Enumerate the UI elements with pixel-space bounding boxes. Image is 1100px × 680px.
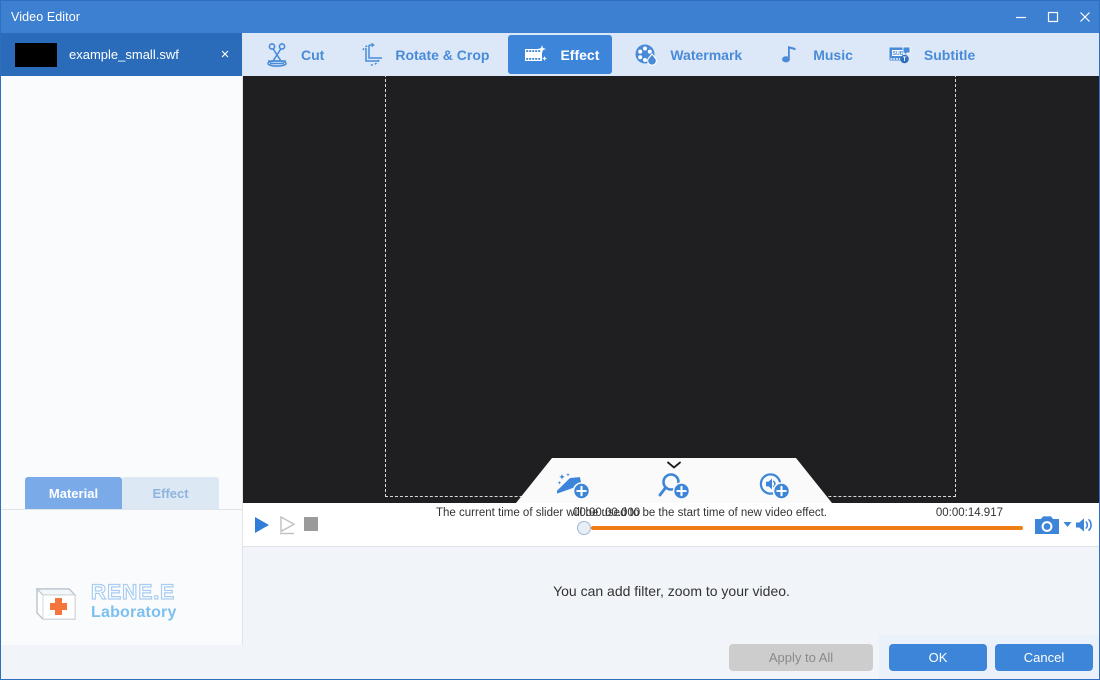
effect-popup-actions — [516, 471, 832, 501]
tab-music[interactable]: Music — [761, 35, 866, 74]
tab-rotate-crop[interactable]: Rotate & Crop — [343, 35, 502, 74]
music-note-icon — [774, 40, 804, 70]
file-thumbnail — [15, 42, 57, 67]
tab-cut-label: Cut — [301, 46, 325, 63]
magnifier-plus-icon — [658, 473, 691, 500]
tab-music-label: Music — [813, 46, 853, 63]
add-zoom-button[interactable] — [654, 471, 694, 501]
magic-wand-plus-icon — [557, 473, 591, 500]
stop-button[interactable] — [304, 517, 318, 531]
timeline-handle[interactable] — [577, 521, 591, 535]
chevron-down-icon[interactable] — [666, 460, 682, 470]
rene-key-logo-icon — [29, 577, 81, 627]
maximize-icon — [1047, 11, 1059, 23]
close-button[interactable] — [1069, 1, 1099, 33]
window-title: Video Editor — [11, 10, 81, 24]
caret-down-icon[interactable] — [1063, 521, 1072, 528]
rotate-crop-icon — [356, 40, 386, 70]
description-text: You can add filter, zoom to your video. — [243, 547, 1099, 635]
timeline-track[interactable] — [591, 526, 1023, 530]
sidebar-tabs: Material Effect — [1, 477, 242, 509]
snapshot-button[interactable] — [1034, 514, 1060, 536]
sidebar-file-item[interactable]: example_small.swf × — [1, 33, 242, 76]
maximize-button[interactable] — [1037, 1, 1069, 33]
selection-rectangle[interactable] — [385, 76, 956, 497]
sidebar: example_small.swf × Material Effect RENE… — [1, 33, 243, 645]
window-controls — [1005, 1, 1099, 33]
scissors-icon — [262, 40, 292, 70]
watermark-droplet-icon — [631, 40, 661, 70]
cancel-button[interactable]: Cancel — [995, 644, 1093, 671]
volume-button[interactable] — [1074, 515, 1094, 535]
add-filter-button[interactable] — [554, 471, 594, 501]
speaker-plus-icon — [759, 473, 791, 500]
file-close-icon[interactable]: × — [216, 47, 234, 62]
apply-to-all-button[interactable]: Apply to All — [729, 644, 873, 671]
video-editor-window: Video Editor example_small.swf × Materia… — [0, 0, 1100, 680]
ok-button[interactable]: OK — [889, 644, 987, 671]
minimize-button[interactable] — [1005, 1, 1037, 33]
brand-logo: RENE.E Laboratory — [29, 577, 177, 627]
tab-cut[interactable]: Cut — [249, 35, 337, 74]
tab-subtitle[interactable]: SUB T Subtitle — [872, 35, 988, 74]
file-name: example_small.swf — [69, 47, 179, 62]
brand-name: RENE.E — [90, 581, 176, 605]
tab-subtitle-label: Subtitle — [923, 46, 976, 63]
sidebar-content-area — [1, 76, 242, 645]
titlebar: Video Editor — [1, 1, 1099, 33]
top-toolbar: Cut Rotate & Crop Effect Watermark Music… — [243, 33, 1099, 76]
tab-watermark[interactable]: Watermark — [618, 35, 755, 74]
footer: Apply to All OK Cancel — [243, 635, 1099, 679]
close-icon — [1080, 12, 1090, 22]
tab-effect-label: Effect — [560, 46, 600, 63]
sidebar-tab-effect[interactable]: Effect — [122, 477, 219, 509]
subtitle-icon: SUB T — [885, 40, 915, 70]
film-sparkle-icon — [521, 40, 551, 70]
video-preview[interactable] — [243, 76, 1099, 503]
add-volume-button[interactable] — [754, 471, 794, 501]
sidebar-tabs-divider — [1, 509, 242, 510]
transport-bar: 00:00:00.000 The current time of slider … — [243, 503, 1099, 547]
minimize-icon — [1016, 16, 1026, 19]
tab-rotate-crop-label: Rotate & Crop — [395, 46, 490, 63]
effect-popup — [516, 458, 832, 503]
brand-subtitle: Laboratory — [91, 604, 177, 622]
brand-logo-text: RENE.E Laboratory — [90, 581, 177, 622]
tab-effect[interactable]: Effect — [508, 35, 613, 74]
sidebar-tab-material[interactable]: Material — [25, 477, 122, 509]
svg-text:T: T — [903, 57, 907, 63]
tab-watermark-label: Watermark — [670, 46, 743, 63]
end-time-label: 00:00:14.917 — [935, 507, 1003, 519]
